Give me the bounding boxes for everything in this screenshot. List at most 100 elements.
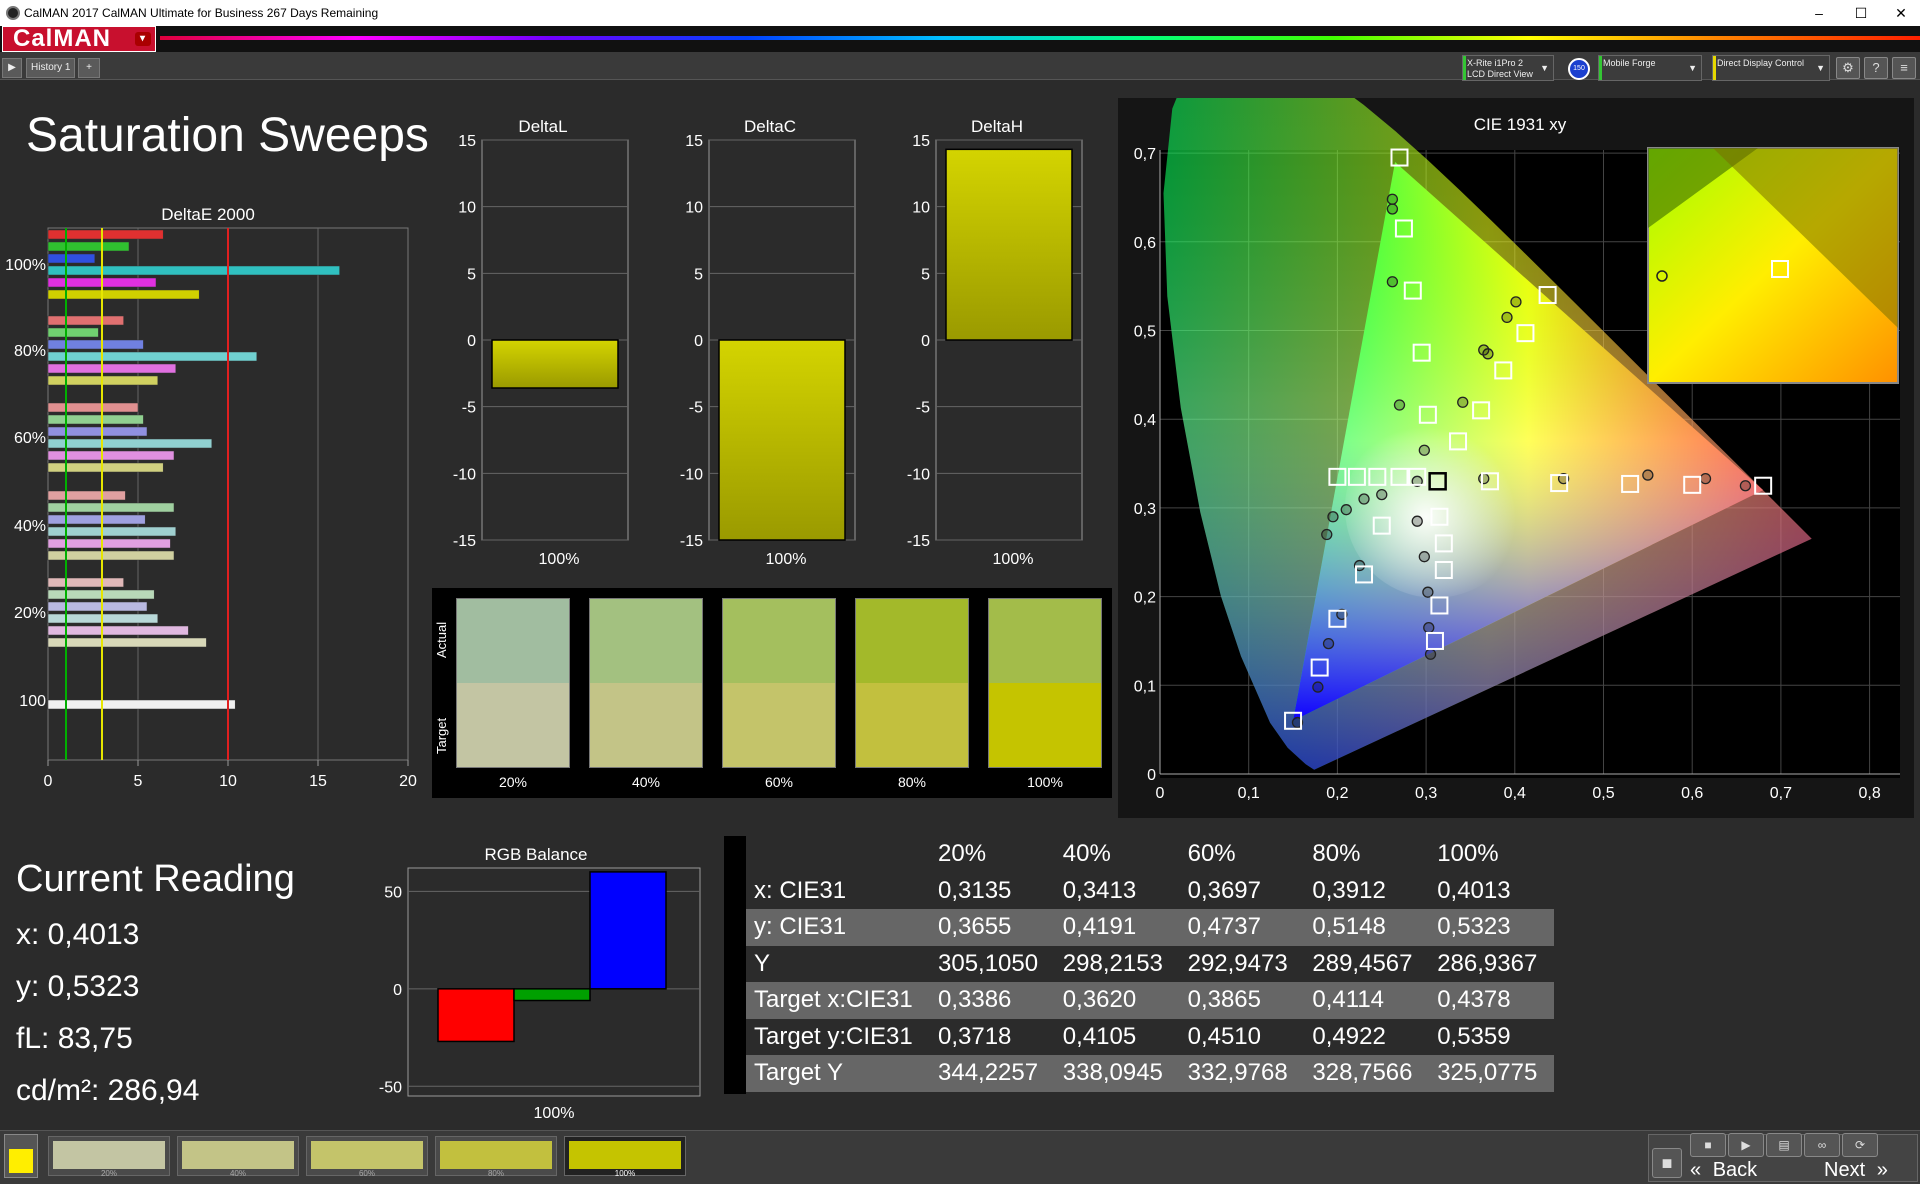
close-button[interactable]: ✕ <box>1878 0 1920 26</box>
menu-icon[interactable]: ≡ <box>1892 57 1916 79</box>
color-swatch[interactable] <box>589 598 703 768</box>
row-label: x: CIE31 <box>746 872 930 909</box>
cie-ytick: 0 <box>1147 767 1156 784</box>
table-cell: 305,1050 <box>930 945 1055 982</box>
xtick-label: 100% <box>539 551 580 568</box>
source-selector[interactable]: Mobile Forge ▼ <box>1598 55 1702 81</box>
table-cell: 292,9473 <box>1179 945 1305 982</box>
actual-point <box>1478 344 1490 356</box>
meter-selector[interactable]: X-Rite i1Pro 2 LCD Direct View ▼ <box>1462 55 1554 81</box>
swatch-label: 20% <box>498 774 528 790</box>
data-table: 20% 40% 60% 80% 100% x: CIE31 0,3135 0,3413 0,3… <box>724 836 1554 1092</box>
deltae-ylabel: 20% <box>14 605 46 622</box>
column-header: 100% <box>1429 836 1554 873</box>
actual-color <box>590 599 702 683</box>
delta-bar <box>718 339 846 541</box>
patch-thumbnail[interactable]: 40% <box>177 1136 299 1178</box>
cie-xtick: 0,7 <box>1770 785 1792 802</box>
cie-ytick: 0,5 <box>1134 324 1156 341</box>
add-tab-button[interactable]: + <box>78 58 100 78</box>
deltae-xtick: 15 <box>309 773 327 790</box>
cie-xtick: 0,1 <box>1238 785 1260 802</box>
play-icon[interactable]: ▶ <box>2 58 22 78</box>
next-label: Next <box>1824 1159 1866 1181</box>
color-swatch[interactable] <box>988 598 1102 768</box>
swatch-label: 80% <box>897 774 927 790</box>
stop-measure-icon[interactable]: ■ <box>1690 1133 1726 1157</box>
current-color-swatch <box>9 1149 33 1173</box>
deltae-ylabel: 60% <box>14 430 46 447</box>
actual-color <box>856 599 968 683</box>
actual-point <box>1510 296 1522 308</box>
table-cell: 0,4737 <box>1179 909 1305 946</box>
chart-title: DeltaC <box>744 117 796 136</box>
actual-color <box>723 599 835 683</box>
back-button[interactable]: « Back <box>1690 1158 1808 1182</box>
ytick-label: -10 <box>680 466 703 483</box>
target-color <box>590 683 702 767</box>
gear-icon[interactable]: ⚙ <box>1836 57 1860 79</box>
refresh-icon[interactable]: ⟳ <box>1842 1133 1878 1157</box>
cie-xtick: 0,2 <box>1326 785 1348 802</box>
save-icon[interactable]: ▤ <box>1766 1133 1802 1157</box>
row-label: y: CIE31 <box>746 909 930 946</box>
device-badge[interactable]: 150 <box>1568 58 1590 80</box>
ytick-label: -10 <box>453 466 476 483</box>
tab-history-1[interactable]: History 1 <box>26 58 76 78</box>
play-icon[interactable]: ▶ <box>1728 1133 1764 1157</box>
ytick-label: 0 <box>921 333 930 350</box>
column-header: 40% <box>1054 836 1180 873</box>
actual-point <box>1478 472 1490 485</box>
rainbow-strip <box>160 36 1920 40</box>
loop-icon[interactable]: ∞ <box>1804 1133 1840 1157</box>
table-cell: 0,4114 <box>1304 982 1430 1019</box>
chevron-down-icon: ▾ <box>135 32 151 46</box>
rgb-bar <box>589 871 667 990</box>
swatch-indicator[interactable] <box>4 1134 38 1178</box>
actual-point <box>1386 276 1399 288</box>
actual-point <box>1418 551 1430 563</box>
table-cell: 0,4105 <box>1054 1018 1180 1055</box>
deltae-bar <box>47 514 146 525</box>
color-swatch[interactable] <box>722 598 836 768</box>
chevron-down-icon: ▼ <box>1688 63 1697 73</box>
actual-label: Actual <box>434 621 449 658</box>
meter-mode: LCD Direct View <box>1467 69 1533 79</box>
status-indicator <box>1713 56 1716 80</box>
xtick-label: 100% <box>766 551 807 568</box>
minimize-button[interactable]: – <box>1796 0 1842 26</box>
patch-thumbnail[interactable]: 60% <box>306 1136 428 1178</box>
status-indicator <box>1599 56 1602 80</box>
actual-point <box>1424 648 1437 660</box>
table-cell: 0,4191 <box>1054 909 1180 946</box>
ytick-label: -50 <box>379 1079 402 1096</box>
cie-xtick: 0,3 <box>1415 785 1437 802</box>
deltae-bar <box>47 241 130 252</box>
next-button[interactable]: Next » <box>1824 1158 1920 1182</box>
patch-thumbnail[interactable]: 20% <box>48 1136 170 1178</box>
calman-menu-button[interactable]: CalMAN ▾ <box>2 26 156 52</box>
patch-thumbnail[interactable]: 80% <box>435 1136 557 1178</box>
chevron-down-icon: ▼ <box>1816 63 1825 73</box>
deltae-bar <box>47 363 177 374</box>
help-icon[interactable]: ? <box>1864 57 1888 79</box>
table-cell: 0,3865 <box>1179 982 1305 1019</box>
actual-point <box>1340 504 1352 516</box>
patch-thumbnail[interactable]: 100% <box>564 1136 686 1178</box>
cie-ytick: 0,6 <box>1134 235 1156 252</box>
deltae-ylabel: 100% <box>5 257 46 274</box>
back-label: Back <box>1712 1159 1758 1181</box>
stop-icon[interactable]: ■ <box>1652 1148 1682 1178</box>
row-label: Target Y <box>746 1055 930 1092</box>
ytick-label: 15 <box>685 133 703 150</box>
actual-point <box>1327 511 1339 523</box>
deltah-chart: DeltaH 15 10 5 0 -5 -10 -15 100% <box>907 117 1083 568</box>
chart-title: DeltaE 2000 <box>161 205 255 224</box>
deltae-bar <box>47 327 99 338</box>
actual-point <box>1423 621 1435 634</box>
color-swatch[interactable] <box>855 598 969 768</box>
display-control-selector[interactable]: Direct Display Control ▼ <box>1712 55 1830 81</box>
window-titlebar: CalMAN 2017 CalMAN Ultimate for Business… <box>0 0 1920 26</box>
color-swatch[interactable] <box>456 598 570 768</box>
ytick-label: 10 <box>912 200 930 217</box>
